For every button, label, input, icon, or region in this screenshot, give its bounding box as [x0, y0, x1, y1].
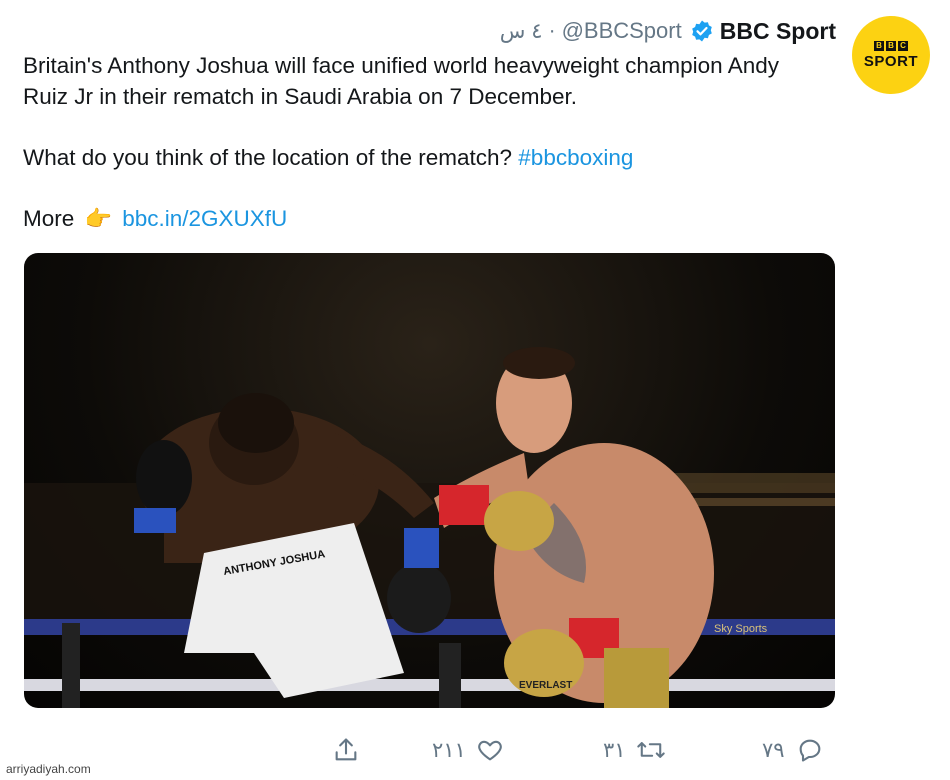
more-label: More	[23, 206, 75, 231]
glove-text: EVERLAST	[519, 680, 572, 691]
bbc-sport-avatar[interactable]: B B C SPORT	[852, 16, 930, 94]
like-count: ٢١١	[432, 738, 466, 762]
article-link[interactable]: bbc.in/2GXUXfU	[122, 206, 287, 231]
header-separator: ·	[548, 19, 556, 42]
tweet-actions: ٢١١ ٣١ ٧٩	[0, 733, 950, 767]
like-button[interactable]: ٢١١	[432, 733, 504, 767]
tweet-header: ٤ س · @BBCSport BBC Sport	[500, 16, 836, 46]
tweet-photo[interactable]: Sky Sports ANTHONY JOSHUA EVERLAST	[24, 253, 835, 708]
retweet-icon	[636, 736, 666, 764]
bbc-box-3: C	[898, 40, 908, 51]
retweet-count: ٣١	[603, 738, 626, 762]
heart-icon	[476, 736, 504, 764]
share-icon	[332, 736, 360, 764]
avatar-sport-word: SPORT	[863, 52, 919, 70]
tweet-time[interactable]: ٤ س	[500, 19, 543, 44]
reply-count: ٧٩	[762, 738, 785, 762]
ring-rope-white	[24, 679, 835, 691]
pointing-hand-icon: 👉	[84, 206, 112, 231]
reply-button[interactable]: ٧٩	[762, 733, 825, 767]
tweet-question: What do you think of the location of the…	[23, 142, 843, 173]
retweet-button[interactable]: ٣١	[603, 733, 666, 767]
boxing-scene: Sky Sports ANTHONY JOSHUA EVERLAST	[24, 347, 835, 708]
tweet-text-line-2: Ruiz Jr in their rematch in Saudi Arabia…	[23, 84, 578, 109]
share-button[interactable]	[332, 733, 360, 767]
verified-badge-icon	[690, 19, 714, 43]
hashtag-link[interactable]: #bbcboxing	[518, 145, 633, 170]
bbc-logo-boxes: B B C	[874, 40, 908, 51]
tweet-text-line-1: Britain's Anthony Joshua will face unifi…	[23, 53, 779, 78]
watermark: arriyadiyah.com	[6, 762, 91, 776]
tweet-more-line: More 👉 bbc.in/2GXUXfU	[23, 203, 843, 234]
reply-icon	[795, 736, 825, 764]
user-handle[interactable]: @BBCSport	[562, 18, 682, 44]
bbc-box-1: B	[874, 40, 884, 51]
bbc-box-2: B	[886, 40, 896, 51]
question-text: What do you think of the location of the…	[23, 145, 519, 170]
display-name[interactable]: BBC Sport	[720, 18, 836, 45]
rope-banner: Sky Sports	[714, 623, 768, 635]
